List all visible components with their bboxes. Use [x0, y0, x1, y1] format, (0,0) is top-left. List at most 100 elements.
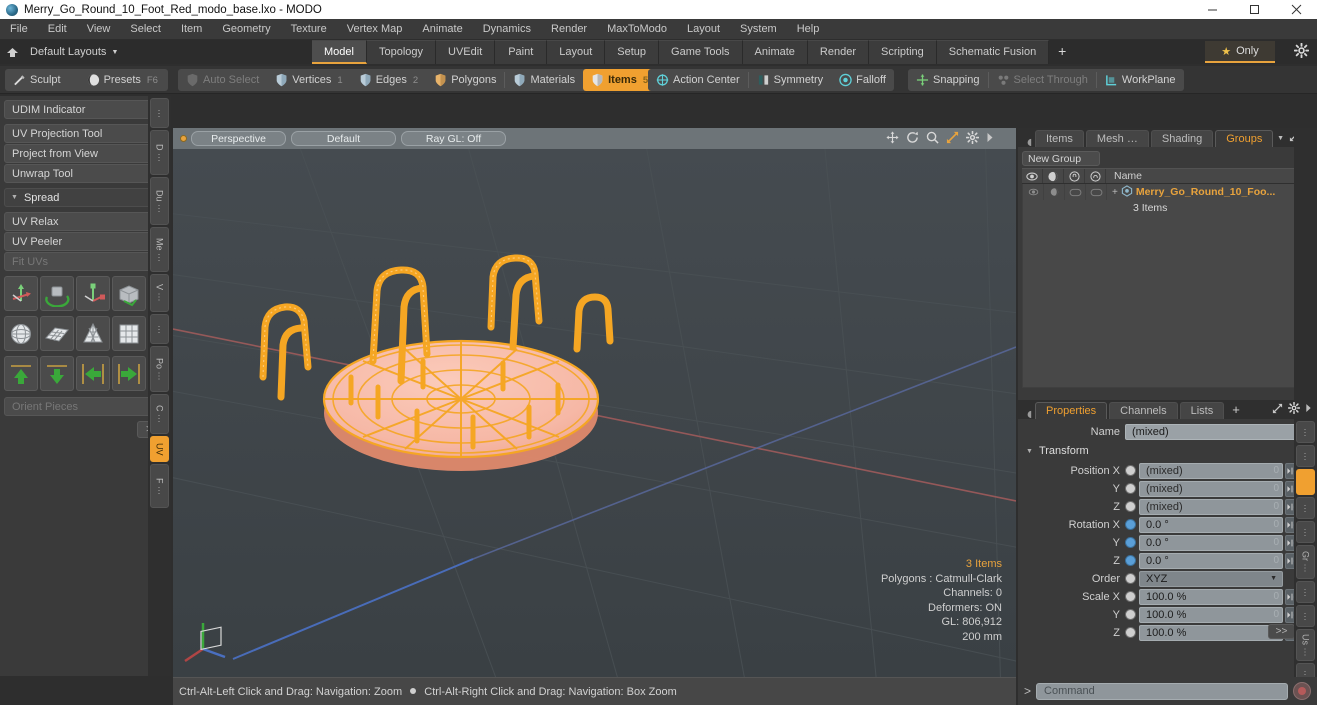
- rvtab-4[interactable]: ···: [1296, 521, 1315, 543]
- udim-indicator-button[interactable]: UDIM Indicator: [4, 100, 167, 119]
- uv-move-icon[interactable]: [4, 276, 38, 311]
- radio-position-y[interactable]: [1125, 483, 1136, 494]
- input-scale-x[interactable]: 100.0 % 0: [1139, 588, 1283, 605]
- rvtab-3[interactable]: ···: [1296, 497, 1315, 519]
- vtab-fusion[interactable]: F ···: [150, 464, 169, 508]
- viewport-gear-icon[interactable]: [966, 131, 979, 144]
- select-rotation-order[interactable]: XYZ ▼: [1139, 570, 1283, 587]
- menu-select[interactable]: Select: [120, 19, 171, 40]
- rvtab-1[interactable]: ···: [1296, 445, 1315, 467]
- tab-setup[interactable]: Setup: [605, 40, 660, 64]
- transform-section-header[interactable]: ▼ Transform: [1018, 443, 1317, 459]
- row-render-toggle[interactable]: [1044, 184, 1065, 200]
- uv-cube-map-icon[interactable]: [112, 316, 146, 351]
- rvtab-groups[interactable]: Gr ···: [1296, 545, 1315, 579]
- vtab-uv[interactable]: UV: [150, 436, 169, 462]
- viewport-raygl-button[interactable]: Ray GL: Off: [401, 131, 506, 146]
- expand-arrow-icon[interactable]: [986, 132, 994, 143]
- tab-mesh[interactable]: Mesh …: [1085, 130, 1149, 147]
- new-group-button[interactable]: New Group: [1022, 151, 1100, 166]
- input-rotation-x[interactable]: 0.0 ° 0: [1139, 516, 1283, 533]
- row-name-cell[interactable]: + Merry_Go_Round_10_Foo...: [1107, 184, 1312, 200]
- sculpt-button[interactable]: Sculpt: [5, 69, 69, 91]
- add-properties-tab-button[interactable]: +: [1226, 402, 1246, 419]
- tab-properties[interactable]: Properties: [1035, 402, 1108, 419]
- align-down-icon[interactable]: [40, 356, 74, 391]
- vtab-0[interactable]: ···: [150, 98, 169, 128]
- tab-topology[interactable]: Topology: [366, 40, 437, 64]
- uv-cone-map-icon[interactable]: [76, 316, 110, 351]
- rotate-icon[interactable]: [906, 131, 919, 144]
- viewport-shading-style-button[interactable]: Default: [291, 131, 396, 146]
- falloff-button[interactable]: Falloff: [831, 69, 894, 91]
- viewport-view-mode-button[interactable]: Perspective: [191, 131, 286, 146]
- menu-view[interactable]: View: [77, 19, 121, 40]
- row-eye-toggle[interactable]: [1023, 184, 1044, 200]
- tab-lists[interactable]: Lists: [1179, 402, 1225, 419]
- maximize-button[interactable]: [1233, 0, 1275, 19]
- only-toggle-button[interactable]: ★ Only: [1205, 41, 1275, 63]
- fit-icon[interactable]: [946, 131, 959, 144]
- input-position-z[interactable]: (mixed) 0: [1139, 498, 1283, 515]
- input-position-y[interactable]: (mixed) 0: [1139, 480, 1283, 497]
- edges-button[interactable]: Edges 2: [351, 69, 427, 91]
- input-scale-y[interactable]: 100.0 % 0: [1139, 606, 1283, 623]
- panel-menu-dot-icon[interactable]: [1022, 410, 1035, 419]
- render-icon[interactable]: [1043, 169, 1064, 183]
- command-input[interactable]: Command: [1036, 682, 1288, 700]
- fit-uvs-button[interactable]: Fit UVs: [4, 252, 167, 271]
- menu-animate[interactable]: Animate: [412, 19, 472, 40]
- rvtab-users[interactable]: Us ···: [1296, 629, 1315, 661]
- tab-render[interactable]: Render: [807, 40, 869, 64]
- tab-paint[interactable]: Paint: [495, 40, 548, 64]
- menu-maxtomodo[interactable]: MaxToModo: [597, 19, 677, 40]
- radio-scale-y[interactable]: [1125, 609, 1136, 620]
- radio-position-x[interactable]: [1125, 465, 1136, 476]
- menu-help[interactable]: Help: [787, 19, 830, 40]
- wire-icon[interactable]: [1085, 169, 1106, 183]
- uv-sphere-map-icon[interactable]: [4, 316, 38, 351]
- tab-groups[interactable]: Groups: [1215, 130, 1274, 147]
- rvtab-6[interactable]: ···: [1296, 581, 1315, 603]
- viewport-3d[interactable]: Perspective Default Ray GL: Off 3 Items …: [173, 128, 1016, 677]
- radio-scale-x[interactable]: [1125, 591, 1136, 602]
- orient-pieces-button[interactable]: Orient Pieces: [4, 397, 167, 416]
- project-from-view-button[interactable]: Project from View: [4, 144, 167, 163]
- select-through-button[interactable]: Select Through: [989, 69, 1096, 91]
- menu-system[interactable]: System: [730, 19, 787, 40]
- tab-shading[interactable]: Shading: [1150, 130, 1214, 147]
- arrow-right-icon[interactable]: [1305, 403, 1312, 416]
- menu-item[interactable]: Item: [171, 19, 212, 40]
- uv-box-icon[interactable]: [112, 276, 146, 311]
- vtab-5[interactable]: ···: [150, 314, 169, 344]
- eye-icon[interactable]: [1022, 169, 1043, 183]
- vertices-button[interactable]: Vertices 1: [267, 69, 350, 91]
- radio-rotation-z[interactable]: [1125, 555, 1136, 566]
- input-position-x[interactable]: (mixed) 0: [1139, 462, 1283, 479]
- tab-scripting[interactable]: Scripting: [868, 40, 937, 64]
- menu-file[interactable]: File: [0, 19, 38, 40]
- menu-render[interactable]: Render: [541, 19, 597, 40]
- properties-more-button[interactable]: >>: [1268, 624, 1295, 639]
- row-wire-toggle[interactable]: [1086, 184, 1107, 200]
- tab-animate[interactable]: Animate: [742, 40, 808, 64]
- input-rotation-y[interactable]: 0.0 ° 0: [1139, 534, 1283, 551]
- align-left-icon[interactable]: [76, 356, 110, 391]
- spread-section-header[interactable]: ▼ Spread: [4, 188, 167, 207]
- vtab-deform[interactable]: D ···: [150, 130, 169, 175]
- groups-tree-body[interactable]: + Merry_Go_Round_10_Foo... 3 Items: [1022, 184, 1313, 388]
- snapping-button[interactable]: Snapping: [908, 69, 988, 91]
- tab-schematic-fusion[interactable]: Schematic Fusion: [936, 40, 1050, 64]
- menu-geometry[interactable]: Geometry: [212, 19, 280, 40]
- expander-plus-icon[interactable]: +: [1112, 187, 1118, 198]
- lock-icon[interactable]: [1064, 169, 1085, 183]
- row-lock-toggle[interactable]: [1065, 184, 1086, 200]
- rvtab-7[interactable]: ···: [1296, 605, 1315, 627]
- menu-dynamics[interactable]: Dynamics: [473, 19, 541, 40]
- action-center-button[interactable]: Action Center: [648, 69, 748, 91]
- align-right-icon[interactable]: [112, 356, 146, 391]
- radio-scale-z[interactable]: [1125, 627, 1136, 638]
- vtab-vertex[interactable]: V ···: [150, 274, 169, 312]
- radio-order[interactable]: [1125, 573, 1136, 584]
- chevron-down-icon[interactable]: ▼: [1277, 135, 1284, 142]
